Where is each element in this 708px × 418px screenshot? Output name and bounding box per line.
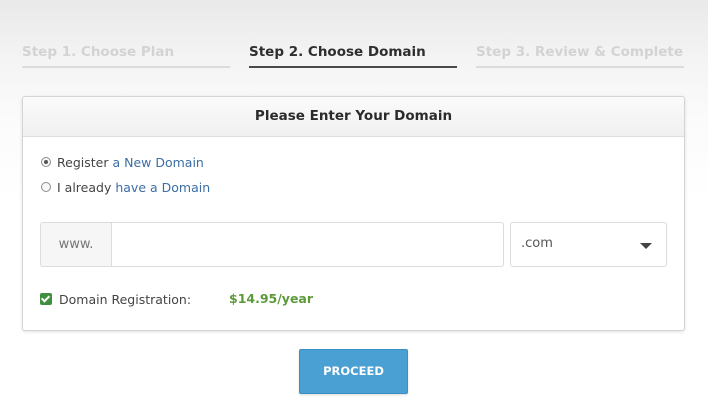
new-domain-link[interactable]: a New Domain <box>112 155 203 170</box>
proceed-button[interactable]: PROCEED <box>299 349 408 394</box>
option-prefix: Register <box>57 154 109 170</box>
step-indicator-bar <box>476 66 684 68</box>
domain-registration-row: Domain Registration: <box>40 291 191 307</box>
radio-button[interactable] <box>41 182 51 192</box>
domain-panel: Please Enter Your Domain Register a New … <box>22 96 685 331</box>
step-label: Step 2. Choose Domain <box>249 44 426 60</box>
step-label: Step 3. Review & Complete <box>476 44 684 60</box>
have-domain-link[interactable]: have a Domain <box>115 180 210 195</box>
option-prefix: I already <box>57 179 112 195</box>
steps-progress: Step 1. Choose Plan Step 2. Choose Domai… <box>0 0 708 70</box>
existing-domain-option[interactable]: I already have a Domain <box>41 179 210 195</box>
chevron-down-icon <box>640 243 652 249</box>
tld-select[interactable]: .com <box>510 222 667 267</box>
tld-selected-value: .com <box>521 236 553 251</box>
step-label: Step 1. Choose Plan <box>22 44 175 60</box>
panel-title: Please Enter Your Domain <box>23 97 684 137</box>
step-review-complete: Step 3. Review & Complete <box>476 44 684 68</box>
step-indicator-bar <box>22 66 230 68</box>
radio-button-selected[interactable] <box>41 157 51 167</box>
step-choose-domain: Step 2. Choose Domain <box>249 44 457 68</box>
www-prefix: www. <box>40 222 111 267</box>
register-new-domain-option[interactable]: Register a New Domain <box>41 154 204 170</box>
step-choose-plan: Step 1. Choose Plan <box>22 44 230 68</box>
domain-input[interactable] <box>111 222 504 267</box>
step-indicator-bar <box>249 66 457 68</box>
registration-checkbox[interactable] <box>40 293 52 305</box>
registration-label: Domain Registration: <box>59 291 192 307</box>
registration-price: $14.95/year <box>229 291 314 306</box>
